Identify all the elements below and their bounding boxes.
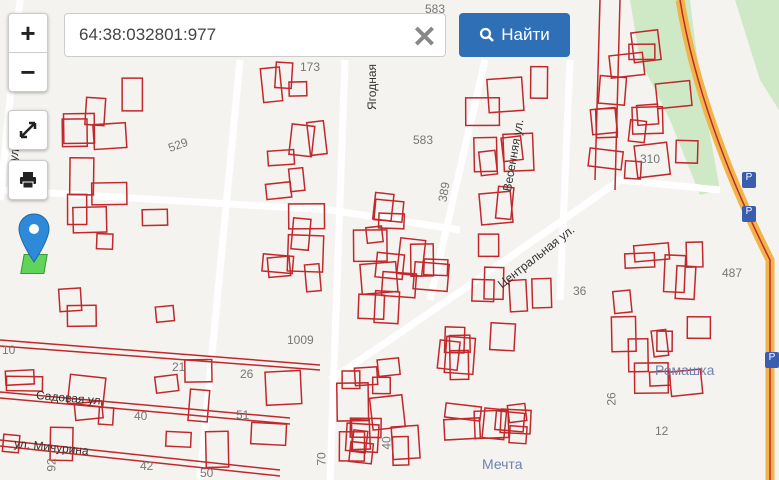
parcel-number: 70 xyxy=(314,452,329,466)
parcel[interactable] xyxy=(589,106,619,136)
parcel[interactable] xyxy=(686,315,712,340)
parcel[interactable] xyxy=(486,76,525,114)
parcel[interactable] xyxy=(153,373,180,395)
parcel[interactable] xyxy=(84,96,107,127)
parcel[interactable] xyxy=(477,233,500,258)
find-button[interactable]: Найти xyxy=(459,13,570,57)
parcel[interactable] xyxy=(587,147,625,171)
parcel-number: 36 xyxy=(573,284,587,298)
search-box: ✕ xyxy=(64,13,446,57)
parcel-number: 50 xyxy=(200,466,214,480)
cadastral-search-input[interactable] xyxy=(77,24,401,46)
parcel[interactable] xyxy=(610,315,637,353)
road-shield: Р xyxy=(742,206,756,222)
parcel[interactable] xyxy=(259,66,284,104)
parcel[interactable] xyxy=(627,337,650,373)
parcel-number: 10 xyxy=(2,343,16,357)
parcel-number: 310 xyxy=(640,152,661,166)
expand-icon xyxy=(9,111,47,149)
parcel[interactable] xyxy=(597,74,628,106)
search-icon xyxy=(480,27,495,42)
parcel-number: 487 xyxy=(722,266,743,280)
parcel[interactable] xyxy=(685,241,704,268)
road-shield: Р xyxy=(765,352,779,368)
parcel-number: 26 xyxy=(604,392,619,406)
map-pin-icon[interactable] xyxy=(17,212,51,264)
printer-icon xyxy=(9,161,47,199)
parcel-number: 1009 xyxy=(287,333,314,347)
parcel[interactable] xyxy=(473,136,498,173)
street-label: Ягодная xyxy=(365,64,379,110)
parcel[interactable] xyxy=(508,424,528,445)
parcel[interactable] xyxy=(66,193,88,226)
place-label: Ромашка xyxy=(655,362,715,378)
parcel[interactable] xyxy=(488,321,517,352)
parcel-number: 26 xyxy=(240,367,254,381)
find-button-label: Найти xyxy=(501,25,550,44)
parcel[interactable] xyxy=(72,205,108,234)
parcel[interactable] xyxy=(264,180,293,201)
parcel[interactable] xyxy=(273,61,294,90)
parcel[interactable] xyxy=(290,217,312,252)
cadastral-map[interactable] xyxy=(0,0,779,480)
parcel[interactable] xyxy=(390,424,421,461)
parcel-number: 51 xyxy=(236,408,250,422)
parcel-number: 40 xyxy=(379,436,394,450)
zoom-control: + − xyxy=(8,13,48,92)
parcel[interactable] xyxy=(92,121,128,151)
parcel[interactable] xyxy=(371,376,392,395)
parcel[interactable] xyxy=(611,289,633,315)
parcel[interactable] xyxy=(391,435,410,467)
road xyxy=(556,59,574,301)
parcel[interactable] xyxy=(266,148,296,167)
parcel-number: 583 xyxy=(413,133,434,147)
parcel[interactable] xyxy=(656,330,673,353)
parcel[interactable] xyxy=(141,208,169,227)
parcel[interactable] xyxy=(4,368,36,387)
parcel[interactable] xyxy=(650,328,670,358)
green-area xyxy=(735,0,779,110)
parcel[interactable] xyxy=(436,339,461,371)
parcel[interactable] xyxy=(481,407,508,441)
zoom-in-button[interactable]: + xyxy=(9,14,47,52)
parcel[interactable] xyxy=(623,159,643,180)
parcel-number: 42 xyxy=(140,459,154,473)
parcel[interactable] xyxy=(264,369,303,407)
parcel[interactable] xyxy=(121,77,144,112)
parcel[interactable] xyxy=(443,326,466,354)
place-label: Мечта xyxy=(482,456,523,472)
parcel[interactable] xyxy=(374,251,406,281)
parcel[interactable] xyxy=(249,421,288,447)
parcel[interactable] xyxy=(95,232,114,251)
parcel-number: 173 xyxy=(300,60,321,74)
print-button[interactable] xyxy=(8,160,48,200)
parcel[interactable] xyxy=(62,112,96,145)
parcel[interactable] xyxy=(531,277,553,309)
parcel[interactable] xyxy=(357,293,386,321)
parcel[interactable] xyxy=(97,406,115,426)
parcel[interactable] xyxy=(164,430,193,449)
close-icon[interactable]: ✕ xyxy=(412,20,437,55)
parcel[interactable] xyxy=(529,65,549,100)
parcel[interactable] xyxy=(288,123,316,158)
fullscreen-button[interactable] xyxy=(8,110,48,150)
parcel[interactable] xyxy=(154,304,176,324)
parcel[interactable] xyxy=(376,356,402,378)
parcel-number: 12 xyxy=(655,424,669,438)
parcel[interactable] xyxy=(303,262,322,293)
parcel[interactable] xyxy=(61,118,89,148)
highway xyxy=(675,0,775,480)
parcel-number: 92 xyxy=(44,458,59,472)
parcel[interactable] xyxy=(68,156,95,196)
parcel-number: 40 xyxy=(134,409,148,423)
parcel[interactable] xyxy=(662,254,687,294)
parcel[interactable] xyxy=(57,287,83,313)
road-shield: Р xyxy=(742,172,756,188)
parcel-number: 21 xyxy=(172,360,186,374)
zoom-out-button[interactable]: − xyxy=(9,53,47,91)
